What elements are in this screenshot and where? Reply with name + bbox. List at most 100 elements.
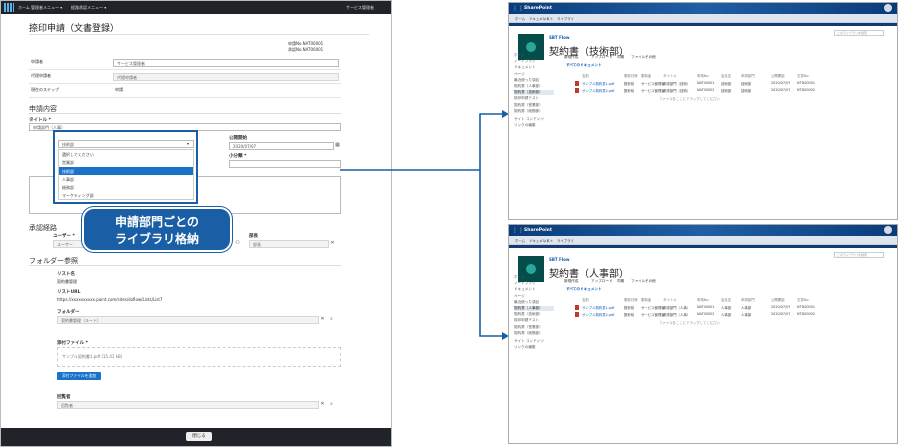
- table-cell: NAT00001: [697, 81, 715, 85]
- table-cell: 人事部: [741, 306, 752, 310]
- nav-item[interactable]: ノートブック: [514, 59, 536, 64]
- column-header: 申請No.: [697, 298, 710, 302]
- table-cell: 人事部: [721, 306, 732, 310]
- table-cell[interactable]: サンプル契約書2.pdf: [582, 88, 614, 93]
- nav-item[interactable]: 契約書（営業部）: [514, 103, 543, 108]
- column-header: 更新日時: [624, 74, 638, 78]
- command-2[interactable]: 同期: [617, 279, 624, 284]
- suite-title[interactable]: SharePoint: [524, 228, 552, 233]
- table-cell: NAT00002: [697, 88, 715, 92]
- ribbon-tab[interactable]: リスト: [543, 16, 553, 21]
- nav-item[interactable]: 最近使った項目: [514, 300, 539, 305]
- ribbon-tab[interactable]: リスト: [543, 238, 553, 243]
- avatar[interactable]: [884, 226, 892, 234]
- pdf-file-icon: [575, 81, 579, 86]
- table-cell: 技術部: [741, 82, 752, 86]
- nav-item[interactable]: 契約書（人事部）: [514, 84, 543, 89]
- app-launcher-icon[interactable]: ⋮⋮: [512, 5, 524, 12]
- nav-item[interactable]: 契約書（総務部）: [514, 331, 543, 336]
- table-cell: サービス管理者: [641, 306, 665, 310]
- table-cell: 数秒前: [624, 82, 635, 86]
- search-input[interactable]: このライブラリを検索: [834, 30, 884, 36]
- nav-item[interactable]: 契約書（総務部）: [514, 109, 543, 114]
- table-cell[interactable]: サンプル契約書1.pdf: [582, 81, 614, 86]
- suite-bar: [509, 225, 897, 236]
- command-1[interactable]: アップロード: [591, 55, 613, 60]
- nav-item[interactable]: 捺印申請テスト: [514, 318, 539, 323]
- nav-item[interactable]: リンクの編集: [514, 345, 536, 350]
- nav-item[interactable]: 捺印申請テスト: [514, 96, 539, 101]
- nav-item[interactable]: 契約書（人事部）: [514, 306, 554, 311]
- drop-zone-hint: ファイルをここにドラッグしてください: [659, 321, 720, 325]
- site-name[interactable]: SBT Flow: [549, 257, 570, 262]
- command-0[interactable]: 新規作成: [564, 279, 578, 284]
- table-cell: 申請部門（人事）: [663, 306, 691, 310]
- search-input[interactable]: このライブラリを検索: [834, 252, 884, 258]
- pdf-file-icon: [575, 305, 579, 310]
- nav-item[interactable]: 契約書（技術部）: [514, 90, 554, 96]
- nav-item[interactable]: サイト コンテンツ: [514, 117, 544, 122]
- command-3[interactable]: ファイル: [631, 279, 645, 284]
- column-header: 更新者: [641, 298, 652, 302]
- column-header: 更新者: [641, 74, 652, 78]
- nav-item[interactable]: サイト コンテンツ: [514, 339, 544, 344]
- table-cell: 技術部: [721, 82, 732, 86]
- column-header: タイトル: [663, 298, 677, 302]
- ribbon-tab[interactable]: ホーム: [515, 16, 525, 21]
- nav-item[interactable]: ホーム: [514, 275, 525, 280]
- table-cell: サービス管理者: [641, 89, 665, 93]
- column-header: 公開開始: [771, 74, 785, 78]
- nav-item[interactable]: ページ: [514, 72, 525, 77]
- view-selector[interactable]: すべてのドキュメント: [566, 287, 602, 292]
- column-header: 文書No.: [797, 298, 810, 302]
- column-header: 申請No.: [697, 74, 710, 78]
- table-cell: 申請部門（技術）: [663, 89, 691, 93]
- ribbon-tab[interactable]: ライブラリ: [557, 16, 574, 21]
- column-header: 公開開始: [771, 298, 785, 302]
- app-launcher-icon[interactable]: ⋮⋮: [512, 227, 524, 234]
- column-header: 名前: [582, 298, 589, 302]
- table-cell[interactable]: サンプル契約書2.pdf: [582, 312, 614, 317]
- column-header: 会社名: [721, 74, 732, 78]
- sharepoint-window-hr: SharePoint ⋮⋮ ホームドキュメント リスト ライブラリ SBT Flow 契約書…: [508, 224, 898, 444]
- command-4[interactable]: その他: [645, 279, 656, 284]
- nav-item[interactable]: 契約書（技術部）: [514, 312, 543, 317]
- table-cell: サービス管理者: [641, 313, 665, 317]
- command-3[interactable]: ファイル: [631, 55, 645, 60]
- column-header: タイトル: [663, 74, 677, 78]
- table-cell: 人事部: [721, 313, 732, 317]
- nav-item[interactable]: ノートブック: [514, 281, 536, 286]
- command-0[interactable]: 新規作成: [564, 55, 578, 60]
- nav-item[interactable]: ページ: [514, 294, 525, 299]
- nav-item[interactable]: ドキュメント: [514, 287, 536, 292]
- nav-item[interactable]: 契約書（営業部）: [514, 325, 543, 330]
- table-cell: 2020/07/07: [771, 312, 791, 316]
- command-1[interactable]: アップロード: [591, 279, 613, 284]
- command-2[interactable]: 同期: [617, 55, 624, 60]
- banner-strip: [509, 245, 897, 248]
- table-cell: 技術部: [741, 89, 752, 93]
- drop-zone-hint: ファイルをここにドラッグしてください: [659, 97, 720, 101]
- ribbon-tab[interactable]: ホーム: [515, 238, 525, 243]
- ribbon-tab[interactable]: ライブラリ: [557, 238, 574, 243]
- table-cell: 人事部: [741, 313, 752, 317]
- table-cell: 数秒前: [624, 89, 635, 93]
- suite-title[interactable]: SharePoint: [524, 6, 552, 11]
- nav-item[interactable]: リンクの編集: [514, 123, 536, 128]
- table-cell: 2020/07/07: [771, 305, 791, 309]
- table-cell: サービス管理者: [641, 82, 665, 86]
- arrow-to-tech-library: [340, 113, 502, 171]
- view-selector[interactable]: すべてのドキュメント: [566, 63, 602, 68]
- table-cell: 2020/07/07: [771, 81, 791, 85]
- nav-item[interactable]: 最近使った項目: [514, 78, 539, 83]
- avatar[interactable]: [884, 4, 892, 12]
- table-cell[interactable]: サンプル契約書1.pdf: [582, 305, 614, 310]
- column-header: 更新日時: [624, 298, 638, 302]
- table-cell: NTD00001: [797, 81, 816, 85]
- arrow-to-hr-library: [479, 170, 502, 337]
- site-name[interactable]: SBT Flow: [549, 35, 570, 40]
- command-4[interactable]: その他: [645, 55, 656, 60]
- nav-item[interactable]: ドキュメント: [514, 65, 536, 70]
- table-cell: 2020/07/07: [771, 88, 791, 92]
- nav-item[interactable]: ホーム: [514, 53, 525, 58]
